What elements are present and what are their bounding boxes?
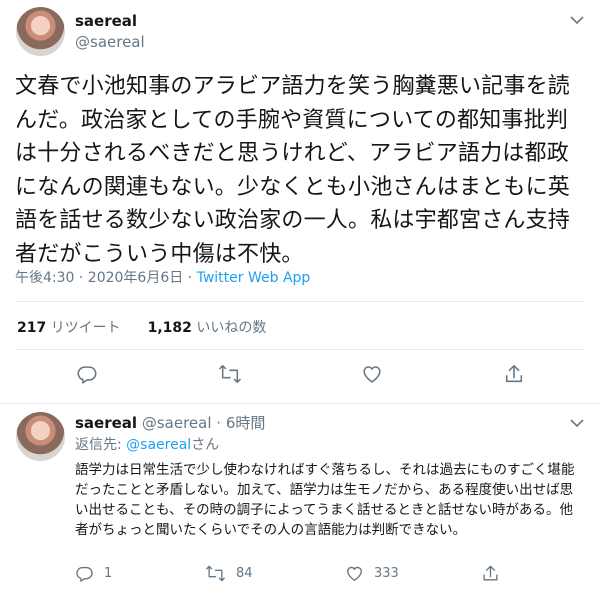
replying-suffix: さん [191, 437, 220, 453]
display-name[interactable]: saereal [75, 12, 137, 30]
replying-mention[interactable]: @saereal [126, 437, 191, 453]
main-tweet: saereal @saereal 文春で小池知事のアラビア語力を笑う胸糞悪い記事… [0, 0, 600, 403]
like-button[interactable] [361, 363, 383, 385]
retweet-button[interactable] [218, 363, 242, 385]
reply-count: 1 [104, 566, 113, 581]
like-button[interactable]: 333 [345, 564, 399, 583]
heart-icon [363, 366, 381, 383]
avatar[interactable] [16, 7, 65, 56]
retweet-count: 84 [236, 566, 253, 581]
retweet-icon [219, 364, 241, 384]
reply-button[interactable] [76, 363, 98, 385]
reply-button[interactable]: 1 [75, 564, 112, 583]
share-icon [505, 364, 523, 383]
main-actions [0, 360, 600, 390]
likes-label: いいねの数 [196, 320, 267, 336]
source-app-link[interactable]: Twitter Web App [197, 270, 311, 286]
share-button[interactable] [481, 564, 500, 583]
retweets-label: リツイート [50, 320, 121, 336]
replying-to: 返信先: @saerealさん [75, 434, 219, 454]
heart-icon [347, 566, 362, 581]
timestamp[interactable]: 午後4:30 · 2020年6月6日 [15, 270, 183, 286]
likes-stat[interactable]: 1,182 いいねの数 [148, 320, 267, 336]
reply-header: saereal @saereal · 6時間 [75, 412, 265, 433]
share-button[interactable] [503, 363, 525, 385]
meta-separator: · [183, 270, 197, 286]
tweet-meta: 午後4:30 · 2020年6月6日 · Twitter Web App [15, 267, 310, 287]
divider [15, 349, 585, 350]
retweets-count: 217 [17, 320, 47, 336]
retweet-button[interactable]: 84 [205, 564, 253, 583]
reply-actions: 1 84 333 [0, 562, 600, 592]
chevron-down-icon[interactable] [568, 11, 586, 29]
tweet-text: 文春で小池知事のアラビア語力を笑う胸糞悪い記事を読んだ。政治家としての手腕や資質… [15, 74, 571, 267]
reply-icon [76, 566, 93, 582]
reply-icon [77, 366, 97, 384]
user-handle[interactable]: @saereal [75, 33, 145, 51]
reply-tweet[interactable]: saereal @saereal · 6時間 返信先: @saerealさん 語… [0, 404, 600, 593]
display-name[interactable]: saereal [75, 414, 137, 432]
reply-text: 語学力は日常生活で少し使わなければすぐ落ちるし、それは過去にものすごく堪能だった… [75, 462, 575, 538]
chevron-down-icon[interactable] [568, 414, 586, 432]
engagement-stats: 217 リツイート 1,182 いいねの数 [17, 317, 266, 337]
reply-time[interactable]: · 6時間 [216, 414, 265, 432]
retweet-icon [206, 565, 225, 582]
divider [15, 301, 585, 302]
retweets-stat[interactable]: 217 リツイート [17, 320, 121, 336]
like-count: 333 [374, 566, 399, 581]
avatar[interactable] [16, 412, 65, 461]
share-icon [483, 565, 498, 581]
replying-prefix: 返信先: [75, 437, 127, 453]
likes-count: 1,182 [147, 320, 192, 336]
user-handle[interactable]: @saereal [142, 414, 212, 432]
